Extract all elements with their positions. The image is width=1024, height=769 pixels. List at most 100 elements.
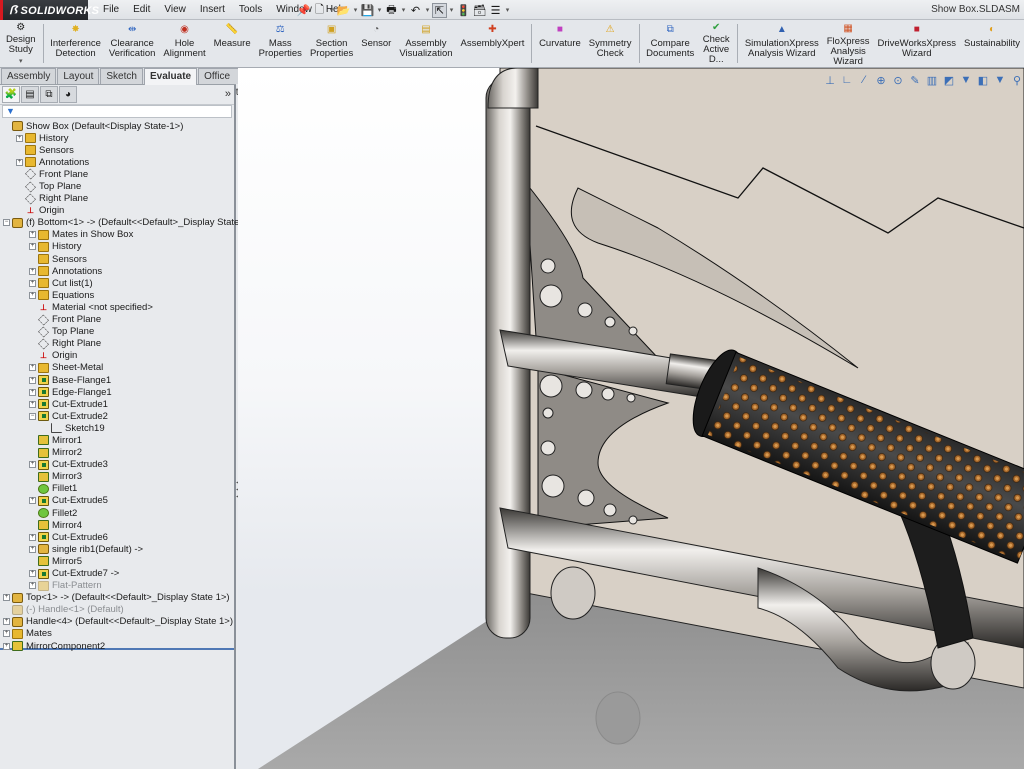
tree-node[interactable]: + Cut-Extrude7 ->: [0, 567, 234, 579]
tree-node[interactable]: + Annotations: [0, 265, 234, 277]
tab-assembly[interactable]: Assembly: [1, 68, 57, 84]
dropdown-arrow-icon[interactable]: ▾: [400, 6, 407, 14]
tree-node[interactable]: + Cut list(1): [0, 277, 234, 289]
menu-file[interactable]: File: [96, 0, 126, 20]
tree-node[interactable]: + Mates in Show Box: [0, 229, 234, 241]
pin-icon[interactable]: 📌: [296, 3, 311, 18]
expand-icon[interactable]: +: [29, 231, 36, 239]
dropdown-arrow-icon[interactable]: ▾: [352, 6, 359, 14]
zoom-to-area-icon[interactable]: ⊙: [891, 74, 905, 87]
interference-detection-button[interactable]: ✸ Interference Detection: [46, 20, 105, 67]
dynamic-annotation-icon[interactable]: ✎: [908, 74, 922, 87]
sustainability-button[interactable]: ◐ Sustainability: [960, 20, 1024, 67]
tree-node[interactable]: − Cut-Extrude2: [0, 410, 234, 422]
propertymanager-tab[interactable]: ▤: [21, 86, 39, 103]
hole-alignment-button[interactable]: ◉ Hole Alignment: [159, 20, 209, 67]
tree-node[interactable]: + Handle<4> (Default<<Default>_Display St…: [0, 616, 234, 628]
tree-node[interactable]: Mirror5: [0, 555, 234, 567]
expand-icon[interactable]: +: [16, 158, 23, 166]
tree-node[interactable]: Right Plane: [0, 338, 234, 350]
menu-view[interactable]: View: [157, 0, 193, 20]
compare-documents-button[interactable]: ⧉ Compare Documents: [642, 20, 698, 67]
expand-icon[interactable]: +: [16, 134, 23, 142]
tab-layout[interactable]: Layout: [57, 68, 100, 84]
file-properties-icon[interactable]: 🗃: [472, 3, 487, 18]
tree-node[interactable]: + Equations: [0, 289, 234, 301]
tree-node[interactable]: Fillet1: [0, 483, 234, 495]
tree-node[interactable]: − (f) Bottom<1> -> (Default<<Default>_Dis…: [0, 217, 256, 229]
collapse-icon[interactable]: −: [29, 412, 36, 420]
dropdown-arrow-icon[interactable]: ▾: [448, 6, 455, 14]
tree-node[interactable]: Mirror2: [0, 447, 234, 459]
section-properties-button[interactable]: ▣ Section Properties: [306, 20, 357, 67]
tree-node[interactable]: Right Plane: [0, 193, 234, 205]
collapse-icon[interactable]: −: [3, 219, 10, 227]
expand-icon[interactable]: +: [29, 388, 36, 396]
tab-evaluate[interactable]: Evaluate: [143, 68, 198, 85]
tree-node[interactable]: ⊥ Origin: [0, 350, 234, 362]
tree-node[interactable]: + Cut-Extrude6: [0, 531, 234, 543]
tree-node[interactable]: + Cut-Extrude3: [0, 459, 234, 471]
tree-node[interactable]: Top Plane: [0, 180, 234, 193]
expand-icon[interactable]: +: [3, 642, 10, 650]
tree-node[interactable]: Front Plane: [0, 313, 234, 326]
print-icon[interactable]: 🖶: [384, 3, 399, 18]
tree-node[interactable]: Show Box (Default<Display State-1>): [0, 120, 234, 132]
tree-node[interactable]: Sketch19: [0, 422, 234, 434]
mass-properties-button[interactable]: ⚖ Mass Properties: [255, 20, 306, 67]
expand-icon[interactable]: +: [29, 267, 36, 275]
tree-node[interactable]: Mirror1: [0, 434, 234, 446]
assemblyxpert-button[interactable]: ✚ AssemblyXpert: [457, 20, 529, 67]
dropdown-arrow-icon[interactable]: ▾: [424, 6, 431, 14]
tree-node[interactable]: + MirrorComponent2: [0, 640, 234, 652]
tree-node[interactable]: + History: [0, 241, 234, 253]
displaymanager-tab[interactable]: ◕: [59, 86, 77, 103]
expand-icon[interactable]: +: [3, 630, 10, 638]
view-orientation-icon[interactable]: ⊥: [823, 74, 837, 87]
select-icon[interactable]: ⇱: [432, 2, 447, 18]
tree-node[interactable]: + Edge-Flange1: [0, 386, 234, 398]
tree-node[interactable]: + Base-Flange1: [0, 374, 234, 386]
expand-icon[interactable]: +: [29, 533, 36, 541]
view-settings-icon[interactable]: ⚲: [1010, 74, 1024, 87]
curvature-button[interactable]: ■ Curvature: [535, 20, 585, 67]
design-study-button[interactable]: ⚙ Design Study ▾: [2, 20, 40, 67]
expand-panel-icon[interactable]: »: [225, 88, 231, 100]
expand-icon[interactable]: +: [3, 618, 10, 626]
tree-node[interactable]: + Mates: [0, 628, 234, 640]
dropdown-arrow-icon[interactable]: ▾: [19, 57, 23, 67]
tree-node[interactable]: Front Plane: [0, 168, 234, 180]
section-icon[interactable]: ▥: [925, 74, 939, 87]
expand-icon[interactable]: +: [29, 461, 36, 469]
tree-node[interactable]: Mirror3: [0, 471, 234, 483]
tree-node[interactable]: + Flat-Pattern: [0, 580, 234, 592]
expand-icon[interactable]: +: [29, 364, 36, 372]
tree-node[interactable]: Sensors: [0, 253, 234, 265]
dropdown-arrow-icon[interactable]: ▾: [328, 6, 335, 14]
sensor-button[interactable]: ◔ Sensor: [357, 20, 395, 67]
hide-show-items-icon[interactable]: ▼: [959, 74, 973, 87]
tree-node[interactable]: ⊥ Origin: [0, 205, 234, 217]
expand-icon[interactable]: +: [29, 291, 36, 299]
featuremanager-tab[interactable]: 🧩: [2, 86, 20, 103]
scene-icon[interactable]: ▼: [993, 74, 1007, 87]
configurationmanager-tab[interactable]: ⧉: [40, 86, 58, 103]
clearance-verification-button[interactable]: ⇹ Clearance Verification: [105, 20, 159, 67]
check-active-document-button[interactable]: ✔CheckActive D...▾: [698, 20, 734, 76]
tab-sketch[interactable]: Sketch: [100, 68, 143, 84]
expand-icon[interactable]: +: [29, 279, 36, 287]
expand-icon[interactable]: +: [3, 594, 10, 602]
tree-node[interactable]: + Sheet-Metal: [0, 362, 234, 374]
tree-node[interactable]: + Cut-Extrude1: [0, 398, 234, 410]
tree-node[interactable]: Top Plane: [0, 326, 234, 338]
floxpress-button[interactable]: ▦ FloXpress Analysis Wizard: [823, 20, 874, 67]
tree-node[interactable]: + single rib1(Default) ->: [0, 543, 234, 555]
menu-tools[interactable]: Tools: [232, 0, 269, 20]
tree-node[interactable]: Fillet2: [0, 507, 234, 519]
menu-edit[interactable]: Edit: [126, 0, 157, 20]
options-icon[interactable]: ☰: [488, 3, 503, 18]
expand-icon[interactable]: +: [29, 582, 36, 590]
dropdown-arrow-icon[interactable]: ▾: [504, 6, 511, 14]
open-icon[interactable]: 📂: [336, 3, 351, 18]
undo-icon[interactable]: ↶: [408, 3, 423, 18]
